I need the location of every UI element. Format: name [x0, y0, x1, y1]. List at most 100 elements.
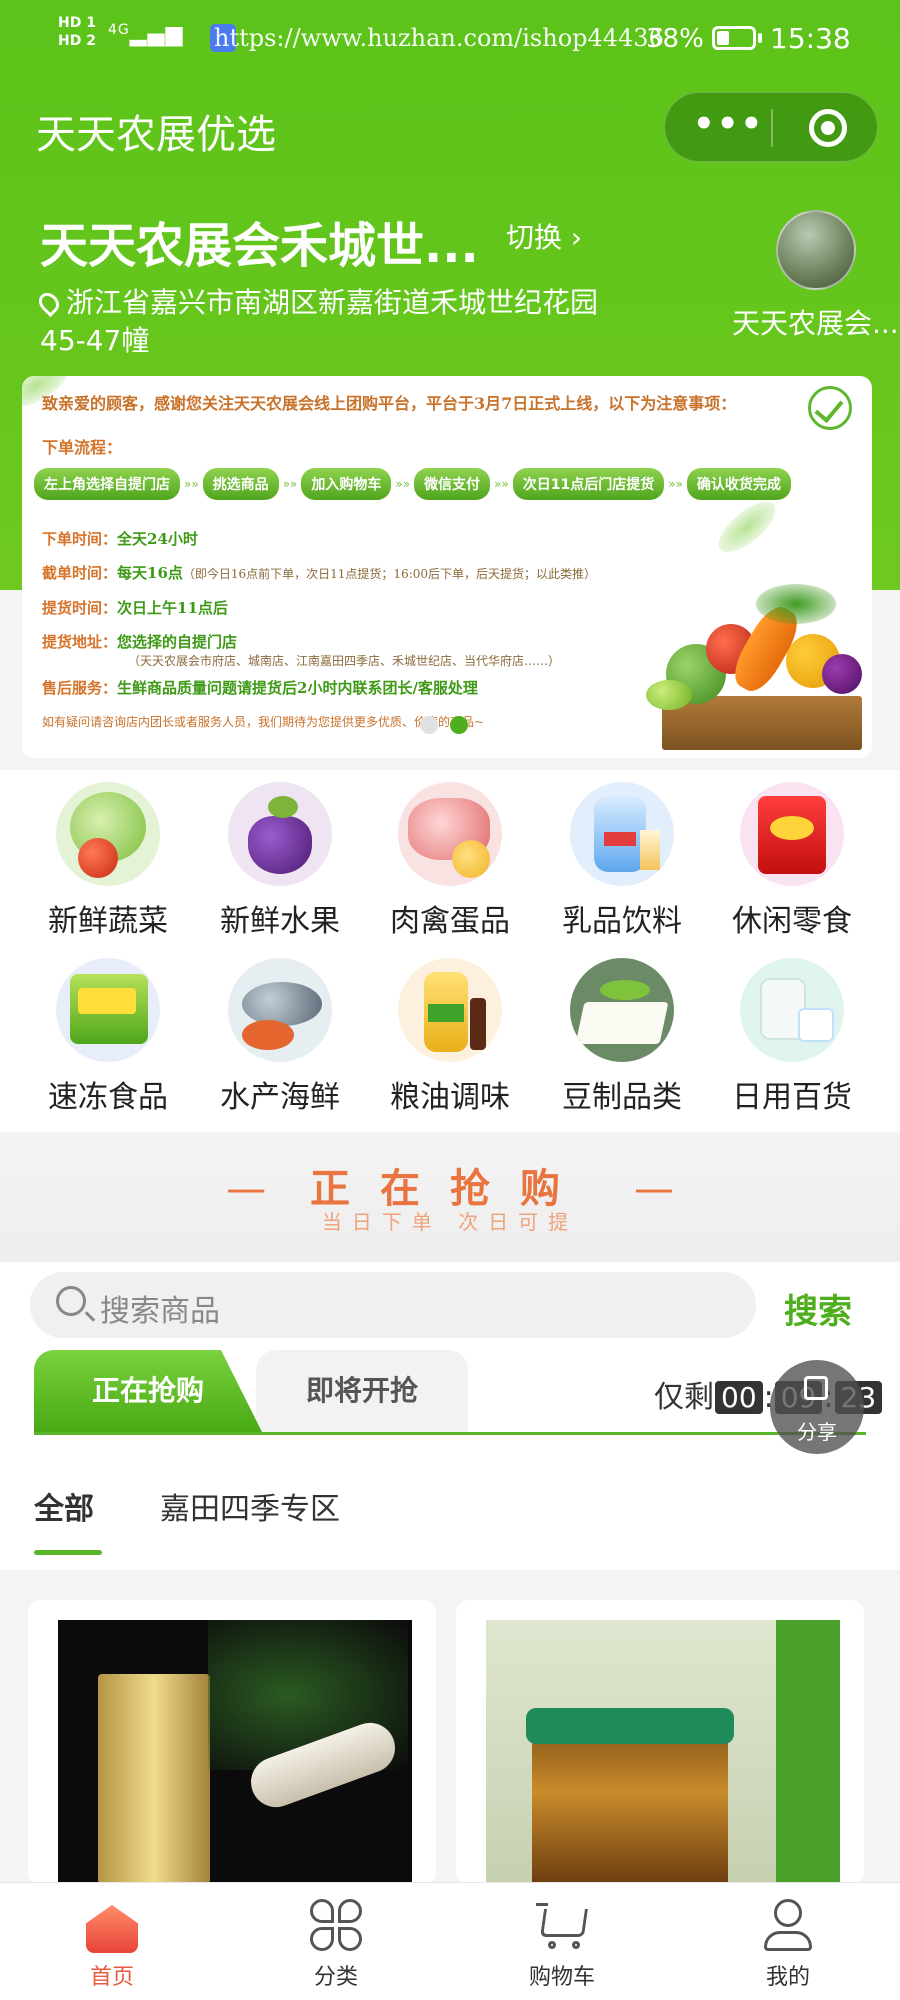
notice-rows: 下单时间：全天24小时 截单时间：每天16点（即今日16点前下单，次日11点提货… — [42, 522, 682, 737]
notice-banner[interactable]: 致亲爱的顾客，感谢您关注天天农展会线上团购平台，平台于3月7日正式上线，以下为注… — [22, 376, 872, 758]
category-drinks[interactable]: 乳品饮料 — [536, 782, 708, 940]
profile-icon — [760, 1897, 816, 1953]
greens — [756, 584, 836, 624]
chevrons-icon: »» — [184, 477, 199, 491]
capsule-divider — [771, 109, 773, 147]
more-icon[interactable]: ••• — [693, 107, 763, 145]
grapes — [646, 680, 692, 710]
vegetable-crate-image — [646, 584, 866, 754]
category-seafood[interactable]: 水产海鲜 — [194, 958, 366, 1116]
tab-underline — [34, 1432, 866, 1435]
tab-category[interactable]: 分类 — [256, 1883, 416, 2000]
notice-row: 提货时间：次日上午11点后 — [42, 599, 228, 617]
category-label: 乳品饮料 — [562, 904, 682, 939]
store-address: 浙江省嘉兴市南湖区新嘉街道禾城世纪花园45-47幢 — [34, 284, 640, 360]
category-label: 休闲零食 — [732, 904, 852, 939]
filter-all[interactable]: 全部 — [34, 1484, 94, 1528]
oil-icon — [398, 958, 502, 1062]
fruit-icon — [228, 782, 332, 886]
flow-step: 次日11点后门店提货 — [512, 468, 665, 500]
flow-step: 微信支付 — [414, 468, 491, 500]
category-grain-oil[interactable]: 粮油调味 — [364, 958, 536, 1116]
carousel-dot-active[interactable] — [450, 716, 468, 734]
sim-1-label: HD 1 — [58, 15, 96, 31]
search-placeholder: 搜索商品 — [100, 1294, 220, 1329]
category-meat[interactable]: 肉禽蛋品 — [364, 782, 536, 940]
daily-goods-icon — [740, 958, 844, 1062]
tofu-icon — [570, 958, 674, 1062]
notice-row: 下单时间：全天24小时 — [42, 530, 198, 548]
category-label: 粮油调味 — [390, 1080, 510, 1115]
category-fruit[interactable]: 新鲜水果 — [194, 782, 366, 940]
banner-footer: 如有疑问请咨询店内团长或者服务人员，我们期待为您提供更多优质、价廉的商品~ — [42, 715, 485, 729]
status-bar: HD 1 HD 2 4G▂▄▆ https://www.huzhan.com/i… — [0, 0, 900, 80]
flow-step: 确认收货完成 — [686, 468, 791, 500]
product-card[interactable] — [28, 1600, 436, 1884]
cart-icon — [534, 1897, 590, 1953]
category-label: 新鲜水果 — [220, 904, 340, 939]
banner-greeting: 致亲爱的顾客，感谢您关注天天农展会线上团购平台，平台于3月7日正式上线，以下为注… — [42, 394, 737, 413]
tab-label: 我的 — [765, 1965, 810, 1990]
store-list-note: （天天农展会市府店、城南店、江南嘉田四季店、禾城世纪店、当代华府店……） — [128, 654, 561, 668]
category-tofu[interactable]: 豆制品类 — [536, 958, 708, 1116]
frozen-food-icon — [56, 958, 160, 1062]
search-button[interactable]: 搜索 — [784, 1284, 852, 1333]
flow-step: 左上角选择自提门店 — [34, 468, 180, 500]
switch-store-button[interactable]: 切换 › — [506, 216, 582, 256]
store-name[interactable]: 天天农展会禾城世... — [40, 206, 479, 276]
snack-icon — [740, 782, 844, 886]
meat-icon — [398, 782, 502, 886]
chevrons-icon: »» — [282, 477, 298, 491]
store-avatar[interactable] — [776, 210, 856, 290]
battery-percent: 38% — [646, 24, 704, 54]
tab-label: 分类 — [313, 1965, 358, 1990]
order-flow: 左上角选择自提门店»» 挑选商品»» 加入购物车»» 微信支付»» 次日11点后… — [34, 468, 791, 500]
tab-profile[interactable]: 我的 — [708, 1883, 868, 2000]
category-icon — [308, 1897, 364, 1953]
notice-row: 截单时间：每天16点（即今日16点前下单，次日11点提货；16:00后下单，后天… — [42, 564, 597, 582]
mini-program-capsule[interactable]: ••• — [664, 92, 878, 162]
app-title: 天天农展优选 — [36, 112, 276, 158]
countdown-hours: 00 — [715, 1381, 763, 1414]
signal-icon: 4G▂▄▆ — [108, 22, 184, 47]
watermark-url: https://www.huzhan.com/ishop44436 — [214, 24, 664, 52]
tab-cart[interactable]: 购物车 — [482, 1883, 642, 2000]
checkmark-icon — [808, 386, 852, 430]
close-mini-program-icon[interactable] — [809, 109, 847, 147]
tab-upcoming[interactable]: 即将开抢 — [256, 1350, 468, 1432]
vegetable-icon — [56, 782, 160, 886]
flash-sale-subtitle: 当日下单 次日可提 — [321, 1210, 579, 1234]
battery-tip — [758, 33, 762, 43]
search-input[interactable]: 搜索商品 — [30, 1272, 756, 1338]
home-icon — [84, 1897, 140, 1953]
share-label: 分享 — [797, 1420, 837, 1444]
countdown-prefix: 仅剩 — [654, 1380, 714, 1415]
category-snacks[interactable]: 休闲零食 — [706, 782, 878, 940]
category-frozen-food[interactable]: 速冻食品 — [22, 958, 194, 1116]
product-card[interactable] — [456, 1600, 864, 1884]
chevrons-icon: »» — [494, 477, 509, 491]
carousel-dot[interactable] — [420, 716, 438, 734]
leaf-decoration — [710, 493, 784, 561]
share-button[interactable]: 分享 — [770, 1360, 864, 1454]
notice-row: 售后服务：生鲜商品质量问题请提货后2小时内联系团长/客服处理 — [42, 679, 478, 697]
category-label: 速冻食品 — [48, 1080, 168, 1115]
flow-step: 加入购物车 — [301, 468, 392, 500]
chevrons-icon: »» — [395, 477, 411, 491]
category-label: 水产海鲜 — [220, 1080, 340, 1115]
seafood-icon — [228, 958, 332, 1062]
category-daily-goods[interactable]: 日用百货 — [706, 958, 878, 1116]
clock: 15:38 — [770, 22, 851, 55]
tab-label: 首页 — [89, 1965, 134, 1990]
category-vegetables[interactable]: 新鲜蔬菜 — [22, 782, 194, 940]
filter-jiatian-zone[interactable]: 嘉田四季专区 — [160, 1484, 340, 1528]
network-indicator: HD 1 HD 2 — [58, 14, 96, 50]
product-image — [486, 1620, 840, 1884]
address-text: 浙江省嘉兴市南湖区新嘉街道禾城世纪花园45-47幢 — [40, 286, 599, 357]
filter-underline — [34, 1550, 102, 1555]
flow-label: 下单流程： — [42, 438, 123, 457]
battery-icon — [712, 26, 756, 50]
tab-home[interactable]: 首页 — [32, 1883, 192, 2000]
eggplant — [822, 654, 862, 694]
category-label: 豆制品类 — [562, 1080, 682, 1115]
